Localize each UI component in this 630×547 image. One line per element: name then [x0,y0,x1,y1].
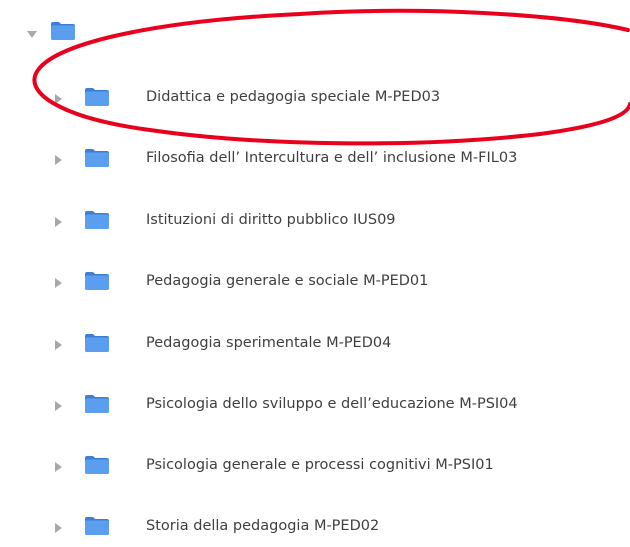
triangle-right-icon[interactable] [52,400,64,412]
tree-item[interactable]: Psicologia generale e processi cognitivi… [0,445,630,485]
triangle-right-icon[interactable] [52,522,64,534]
folder-icon [84,210,109,229]
tree-item-label[interactable]: Psicologia dello sviluppo e dell’educazi… [146,396,518,412]
folder-icon [84,455,109,474]
triangle-right-icon[interactable] [52,339,64,351]
folder-icon [84,87,109,106]
tree-item[interactable]: Psicologia dello sviluppo e dell’educazi… [0,384,630,424]
triangle-right-icon[interactable] [52,93,64,105]
triangle-right-icon[interactable] [52,154,64,166]
folder-icon [84,271,109,290]
tree-item-label[interactable]: Psicologia generale e processi cognitivi… [146,457,494,473]
tree-item[interactable]: Didattica e pedagogia speciale M-PED03 [0,77,630,117]
tree-item-label[interactable]: Filosofia dell’ Intercultura e dell’ inc… [146,150,517,166]
tree-item[interactable]: Pedagogia generale e sociale M-PED01 [0,261,630,301]
folder-icon [84,516,109,535]
tree-item[interactable]: Storia della pedagogia M-PED02 [0,506,630,546]
folder-icon [84,148,109,167]
folder-icon [50,21,75,40]
folder-tree: Didattica e pedagogia speciale M-PED03 F… [0,0,630,547]
tree-item-label[interactable]: Didattica e pedagogia speciale M-PED03 [146,89,440,105]
triangle-right-icon[interactable] [52,277,64,289]
folder-icon [84,394,109,413]
triangle-right-icon[interactable] [52,216,64,228]
tree-item-label[interactable]: Istituzioni di diritto pubblico IUS09 [146,212,396,228]
tree-item[interactable]: Pedagogia sperimentale M-PED04 [0,323,630,363]
tree-item[interactable]: Filosofia dell’ Intercultura e dell’ inc… [0,138,630,178]
tree-item-label[interactable]: Storia della pedagogia M-PED02 [146,518,379,534]
triangle-right-icon[interactable] [52,461,64,473]
folder-icon [84,333,109,352]
tree-root-node[interactable] [0,14,630,54]
tree-item[interactable]: Istituzioni di diritto pubblico IUS09 [0,200,630,240]
triangle-down-icon[interactable] [26,28,38,40]
tree-item-label[interactable]: Pedagogia generale e sociale M-PED01 [146,273,428,289]
tree-item-label[interactable]: Pedagogia sperimentale M-PED04 [146,335,391,351]
